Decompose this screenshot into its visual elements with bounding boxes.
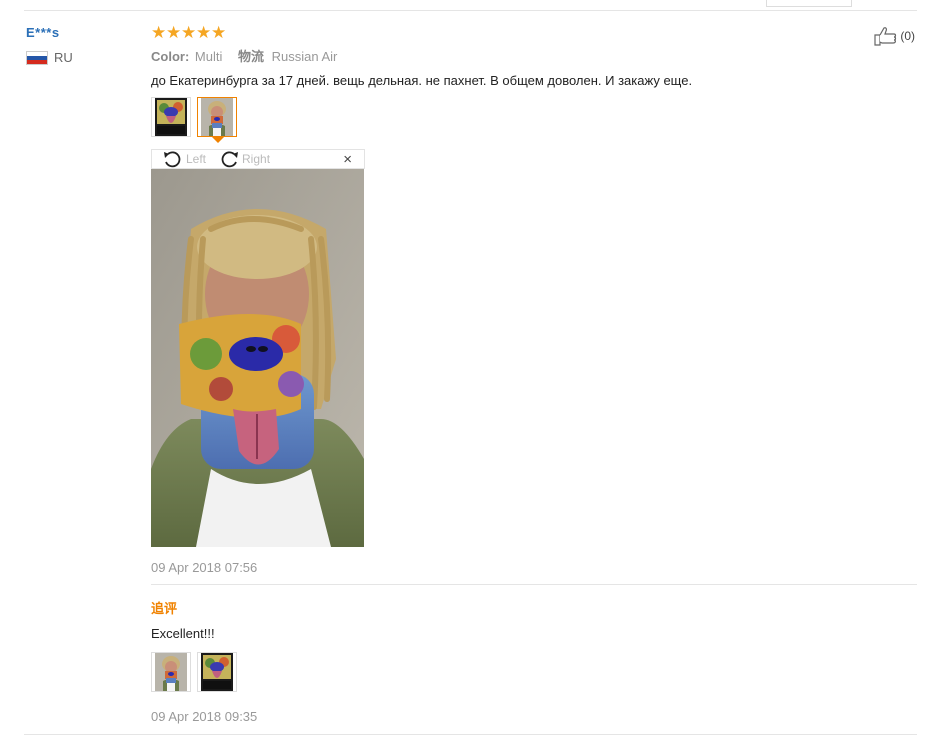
reviewer-name: E***s [26,25,60,40]
review-body: ★ ★ ★ ★ ★ Color: Multi 物流 Russian Air до… [151,24,917,143]
review-photo-thumbnail[interactable] [151,97,191,137]
rotate-left-button[interactable]: Left [162,150,206,168]
shipping-label: 物流 [237,49,264,64]
rotate-right-button[interactable]: Right [218,150,270,168]
star-icon: ★ [211,23,227,42]
rotate-left-icon [164,151,181,168]
review-text: до Екатеринбурга за 17 дней. вещь дельна… [151,73,693,88]
review-meta: Color: Multi 物流 Russian Air [151,46,917,65]
color-label: Color: [151,49,190,64]
followup-label: 追评 [151,601,178,616]
review-photo-thumbnail-selected[interactable] [197,97,237,143]
followup-text: Excellent!!! [151,626,215,641]
reviewer-info: E***s RU [26,25,73,65]
close-icon[interactable]: × [343,151,352,168]
rotate-right-icon [221,151,239,168]
star-rating: ★ ★ ★ ★ ★ [151,24,917,42]
color-value: Multi [194,49,223,64]
review-photo-large [151,169,364,547]
followup-thumbnails [151,652,237,692]
rotate-left-label: Left [186,152,207,166]
country-code: RU [54,50,73,65]
star-icon: ★ [196,23,212,42]
divider [151,584,917,585]
review-date: 09 Apr 2018 07:56 [151,560,258,575]
star-icon: ★ [166,23,182,42]
top-tab-edge [766,0,852,7]
followup-photo-thumbnail[interactable] [151,652,191,692]
russia-flag-icon [26,50,48,65]
reviewer-country: RU [26,50,73,65]
shipping-value: Russian Air [271,49,338,64]
bottom-divider [24,734,917,735]
star-icon: ★ [151,23,167,42]
star-icon: ★ [181,23,197,42]
image-viewer: Left Right × [151,149,365,547]
rotate-right-label: Right [242,152,271,166]
viewer-toolbar: Left Right × [151,149,365,169]
followup-date: 09 Apr 2018 09:35 [151,709,258,724]
review-thumbnails [151,97,917,143]
top-divider [24,10,917,11]
followup-photo-thumbnail[interactable] [197,652,237,692]
